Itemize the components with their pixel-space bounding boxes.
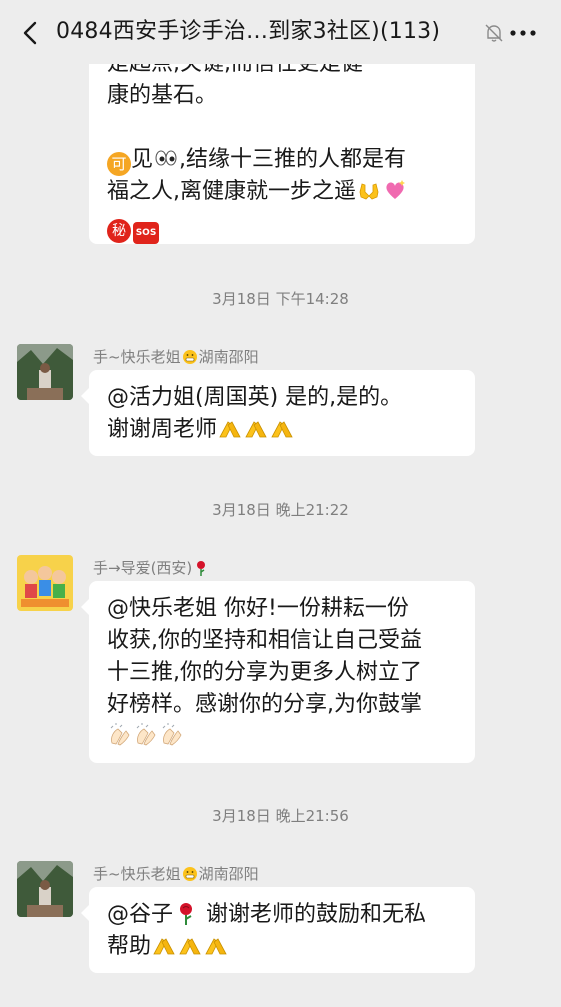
timestamp: 3月18日 晚上21:22 <box>212 501 349 519</box>
sos-emoji-icon: SOS <box>133 222 159 244</box>
message-line: 帮助 <box>107 931 457 963</box>
sender-name: 手~快乐老姐 湖南邵阳 <box>93 347 259 367</box>
message-text: 见 <box>131 147 154 172</box>
chat-area: 是起点,关键,而信任更是健 康的基石。 可见,结缘十三推的人都是有 福之人,离健… <box>0 0 561 1007</box>
avatar-photo-icon <box>17 861 73 917</box>
chat-header: 0484西安手诊手治…到家3社区)(113) <box>0 0 561 64</box>
rose-emoji-icon <box>180 903 193 925</box>
message-text: ,结缘十三推的人都是有 <box>179 147 407 172</box>
message-bubble[interactable]: @活力姐(周国英) 是的,是的。 谢谢周老师 <box>81 370 475 456</box>
chevron-left-icon[interactable] <box>18 19 44 47</box>
sender-name: 手~快乐老姐 湖南邵阳 <box>93 864 259 884</box>
pray-emoji-icon <box>153 938 175 955</box>
message-line: 福之人,离健康就一步之遥 <box>107 176 457 208</box>
message-line: 谢谢周老师 <box>107 414 457 446</box>
message-line: @快乐老姐 你好!一份耕耘一份 <box>107 596 409 621</box>
message-line: 收获,你的坚持和相信让自己受益 <box>107 628 422 653</box>
timestamp: 3月18日 下午14:28 <box>212 290 349 308</box>
message-bubble[interactable]: 是起点,关键,而信任更是健 康的基石。 可见,结缘十三推的人都是有 福之人,离健… <box>89 44 475 244</box>
sender-name-text: 手~快乐老姐 <box>93 348 181 366</box>
grimace-emoji-icon <box>182 350 197 364</box>
sender-location-text: 湖南邵阳 <box>198 865 259 883</box>
pray-emoji-icon <box>205 938 227 955</box>
rose-emoji-icon <box>197 561 206 576</box>
pray-emoji-icon <box>219 421 241 438</box>
grimace-emoji-icon <box>182 867 197 881</box>
pray-emoji-icon <box>245 421 267 438</box>
secret-emoji-icon: 秘 <box>107 219 131 243</box>
message-line: 好榜样。感谢你的分享,为你鼓掌 <box>107 692 422 717</box>
message-line: 十三推,你的分享为更多人树立了 <box>107 660 422 685</box>
clap-emoji-icon <box>110 723 130 746</box>
sender-name-text: 手~快乐老姐 <box>93 865 181 883</box>
more-dots-icon[interactable] <box>508 22 538 44</box>
eyes-emoji-icon <box>155 150 177 166</box>
sparkling-heart-emoji-icon <box>386 180 405 199</box>
sender-location-text: 湖南邵阳 <box>198 348 259 366</box>
avatar-photo-icon <box>17 344 73 400</box>
avatar-cartoon-icon <box>17 555 73 611</box>
sender-name: 手→导爱(西安) <box>93 558 210 578</box>
avatar[interactable] <box>17 555 73 611</box>
message-text: 福之人,离健康就一步之遥 <box>107 179 356 204</box>
message-text: 谢谢周老师 <box>107 417 218 442</box>
timestamp: 3月18日 晚上21:56 <box>212 807 349 825</box>
clap-emoji-icon <box>136 723 156 746</box>
ke-emoji-icon: 可 <box>107 152 131 176</box>
message-bubble[interactable]: @谷子 谢谢老师的鼓励和无私 帮助 <box>81 887 475 973</box>
bell-off-icon <box>485 24 503 42</box>
message-text: 帮助 <box>107 934 152 959</box>
message-bubble[interactable]: @快乐老姐 你好!一份耕耘一份 收获,你的坚持和相信让自己受益 十三推,你的分享… <box>81 581 475 763</box>
message-line: @活力姐(周国英) 是的,是的。 <box>107 385 403 410</box>
message-line: @谷子 谢谢老师的鼓励和无私 <box>107 899 457 931</box>
pray-emoji-icon <box>179 938 201 955</box>
avatar[interactable] <box>17 344 73 400</box>
message-text: @谷子 <box>107 902 174 927</box>
message-line: 康的基石。 <box>107 83 218 108</box>
message-line <box>107 721 457 753</box>
message-line: 秘 SOS <box>107 210 457 244</box>
pray-emoji-icon <box>271 421 293 438</box>
sender-name-text: 手→导爱(西安) <box>93 559 193 577</box>
open-hands-emoji-icon <box>359 183 379 200</box>
chat-title[interactable]: 0484西安手诊手治…到家3社区)(113) <box>56 17 476 47</box>
message-line: 可见 ,结缘十三推的人都是有 <box>107 144 457 176</box>
message-text: 谢谢老师的鼓励和无私 <box>199 902 427 927</box>
clap-emoji-icon <box>162 723 182 746</box>
avatar[interactable] <box>17 861 73 917</box>
